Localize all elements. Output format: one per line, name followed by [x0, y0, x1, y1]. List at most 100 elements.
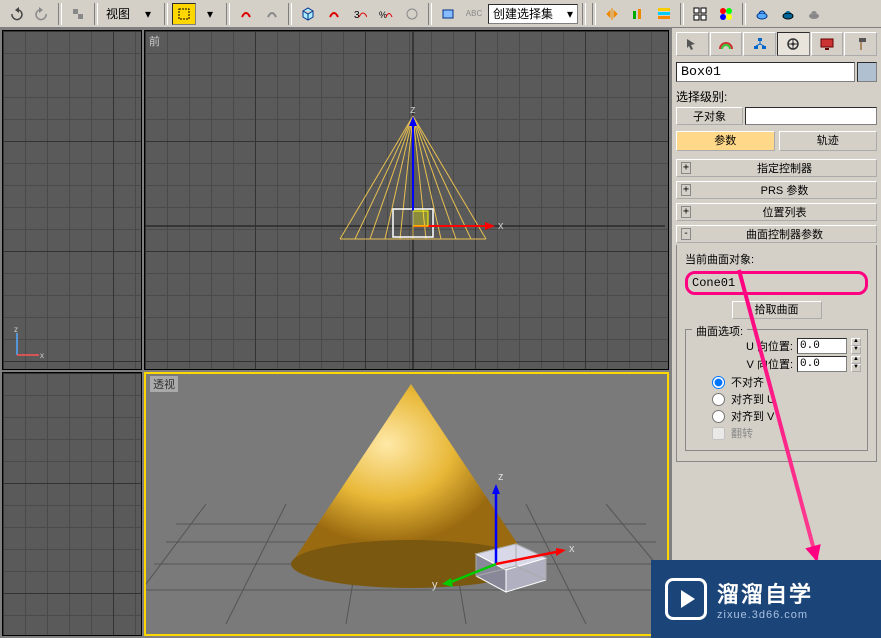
- monitor-icon: [820, 37, 834, 51]
- schematic-button[interactable]: [688, 3, 712, 25]
- arrow-icon: [685, 37, 699, 51]
- pick-surface-button[interactable]: 拾取曲面: [732, 301, 822, 319]
- tab-utilities[interactable]: [844, 32, 877, 56]
- u-position-label: U 向位置:: [692, 338, 793, 354]
- teapot-button[interactable]: [802, 3, 826, 25]
- select-object-button[interactable]: [172, 3, 196, 25]
- surface-options-group: 曲面选项: U 向位置: ▲▼ V 向位置: ▲▼ 不对齐 对齐到 U 对齐到 …: [685, 329, 868, 451]
- v-position-input[interactable]: [797, 356, 847, 372]
- spinner-down-icon[interactable]: ▼: [851, 364, 861, 372]
- tab-modify[interactable]: [710, 32, 743, 56]
- watermark-title: 溜溜自学: [717, 577, 813, 609]
- layers-button[interactable]: [652, 3, 676, 25]
- v-position-label: V 向位置:: [692, 356, 793, 372]
- svg-text:3: 3: [354, 10, 360, 21]
- redo-button[interactable]: [30, 3, 54, 25]
- hammer-icon: [854, 37, 868, 51]
- hierarchy-icon: [753, 37, 767, 51]
- perspective-scene-icon: z x y: [146, 374, 667, 634]
- surface-options-label: 曲面选项:: [692, 323, 747, 339]
- rollout-assign-controller[interactable]: + 指定控制器: [676, 159, 877, 177]
- spinner-snap-button[interactable]: [400, 3, 424, 25]
- curve-editor-button[interactable]: [750, 3, 774, 25]
- parameters-mode-button[interactable]: 参数: [676, 131, 775, 151]
- tab-motion[interactable]: [777, 32, 810, 56]
- snap-button[interactable]: [234, 3, 258, 25]
- current-surface-value: Cone01: [685, 271, 868, 295]
- percent-snap-button[interactable]: %: [374, 3, 398, 25]
- viewport-area: z x 前: [0, 28, 671, 638]
- named-sets-button[interactable]: [436, 3, 460, 25]
- sub-object-button[interactable]: 子对象: [676, 107, 743, 125]
- tab-create[interactable]: [676, 32, 709, 56]
- svg-text:z: z: [14, 327, 18, 334]
- minus-icon: -: [681, 228, 691, 240]
- u-position-input[interactable]: [797, 338, 847, 354]
- selection-set-dropdown[interactable]: 创建选择集▾: [488, 4, 578, 24]
- svg-text:%: %: [379, 10, 387, 20]
- command-panel: 选择级别: 子对象 参数 轨迹 + 指定控制器 + PRS 参数 + 位置列表 …: [671, 28, 881, 638]
- viewport-label: 前: [149, 33, 160, 49]
- viewport-bottom-left[interactable]: [2, 372, 142, 636]
- plus-icon: +: [681, 162, 691, 174]
- watermark: 溜溜自学 zixue.3d66.com: [651, 560, 881, 638]
- svg-text:y: y: [432, 579, 438, 591]
- angle-snap-button[interactable]: 3: [348, 3, 372, 25]
- align-u-radio[interactable]: [712, 393, 725, 406]
- svg-text:x: x: [569, 543, 575, 555]
- snap-toggle-button[interactable]: [322, 3, 346, 25]
- rainbow-icon: [719, 37, 733, 51]
- plus-icon: +: [681, 206, 691, 218]
- svg-text:z: z: [410, 104, 416, 116]
- rollout-position-list[interactable]: + 位置列表: [676, 203, 877, 221]
- align-v-label: 对齐到 V: [731, 408, 774, 424]
- selection-level-label: 选择级别:: [676, 88, 877, 105]
- wheel-icon: [786, 37, 800, 51]
- tab-hierarchy[interactable]: [743, 32, 776, 56]
- svg-text:x: x: [40, 351, 44, 360]
- dropdown-arrow[interactable]: ▾: [198, 3, 222, 25]
- abc-button[interactable]: ABC: [462, 3, 486, 25]
- snap2-button[interactable]: [260, 3, 284, 25]
- current-surface-label: 当前曲面对象:: [685, 251, 868, 267]
- align-button[interactable]: [626, 3, 650, 25]
- viewport-label: 透视: [150, 376, 178, 392]
- spinner-down-icon[interactable]: ▼: [851, 346, 861, 354]
- align-v-radio[interactable]: [712, 410, 725, 423]
- view-dropdown-button[interactable]: ▾: [136, 3, 160, 25]
- align-none-radio[interactable]: [712, 376, 725, 389]
- render-button[interactable]: [776, 3, 800, 25]
- object-color-swatch[interactable]: [857, 62, 877, 82]
- object-name-input[interactable]: [676, 62, 855, 82]
- watermark-url: zixue.3d66.com: [717, 609, 813, 621]
- select-link-button[interactable]: [66, 3, 90, 25]
- sub-object-dropdown[interactable]: [745, 107, 877, 125]
- viewport-perspective[interactable]: 透视: [144, 372, 669, 636]
- rollout-surface-controller[interactable]: - 曲面控制器参数: [676, 225, 877, 243]
- svg-text:x: x: [498, 220, 504, 232]
- material-editor-button[interactable]: [714, 3, 738, 25]
- cone-wireframe-icon: x z: [145, 31, 668, 369]
- viewport-top-left[interactable]: z x: [2, 30, 142, 370]
- main-toolbar: 视图 ▾ ▾ 3 % ABC 创建选择集▾: [0, 0, 881, 28]
- tab-display[interactable]: [811, 32, 844, 56]
- command-panel-tabs: [676, 32, 877, 56]
- align-u-label: 对齐到 U: [731, 391, 775, 407]
- spinner-up-icon[interactable]: ▲: [851, 338, 861, 346]
- flip-label: 翻转: [731, 425, 753, 441]
- mirror-button[interactable]: [600, 3, 624, 25]
- trajectories-mode-button[interactable]: 轨迹: [779, 131, 878, 151]
- align-none-label: 不对齐: [731, 374, 764, 390]
- surface-controller-body: 当前曲面对象: Cone01 拾取曲面 曲面选项: U 向位置: ▲▼ V 向位…: [676, 245, 877, 462]
- undo-button[interactable]: [4, 3, 28, 25]
- svg-text:z: z: [498, 471, 504, 483]
- viewport-front[interactable]: 前: [144, 30, 669, 370]
- flip-checkbox[interactable]: [712, 427, 725, 440]
- plus-icon: +: [681, 184, 691, 196]
- axis-indicator-icon: z x: [11, 327, 45, 361]
- spinner-up-icon[interactable]: ▲: [851, 356, 861, 364]
- rollout-prs-params[interactable]: + PRS 参数: [676, 181, 877, 199]
- view-label: 视图: [102, 5, 134, 22]
- play-icon: [665, 578, 707, 620]
- cube-button[interactable]: [296, 3, 320, 25]
